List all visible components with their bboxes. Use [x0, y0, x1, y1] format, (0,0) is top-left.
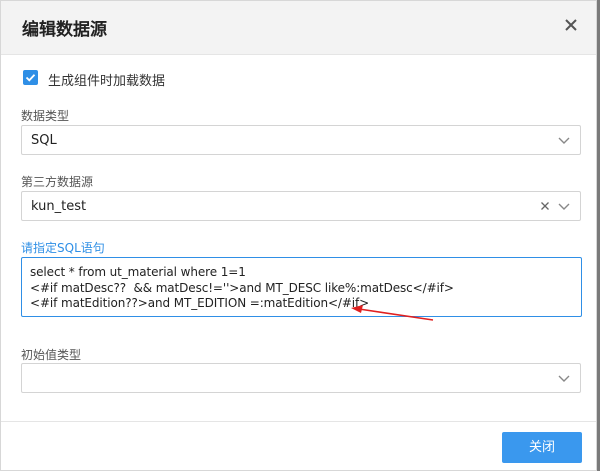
annotation-arrow-icon: [351, 305, 434, 321]
sql-line: select * from ut_material where 1=1: [30, 265, 246, 279]
initial-value-type-select[interactable]: [21, 363, 581, 393]
sql-textarea[interactable]: select * from ut_material where 1=1 <#if…: [21, 257, 582, 317]
third-party-source-value: kun_test: [31, 199, 87, 214]
initial-value-type-label: 初始值类型: [21, 348, 82, 362]
dialog-header: 编辑数据源: [1, 1, 596, 55]
footer-divider: [1, 421, 596, 422]
chevron-down-icon: [558, 137, 570, 144]
chevron-down-icon: [558, 203, 570, 210]
close-icon[interactable]: [561, 15, 581, 35]
clear-icon[interactable]: [540, 201, 550, 211]
third-party-source-label: 第三方数据源: [21, 175, 94, 189]
data-type-label: 数据类型: [21, 109, 70, 123]
chevron-down-icon: [558, 375, 570, 382]
sql-line: <#if matDesc?? && matDesc!=''>and MT_DES…: [30, 281, 454, 295]
edit-datasource-dialog: 编辑数据源 生成组件时加载数据 数据类型 SQL 第三方数据源 kun_test…: [0, 0, 597, 471]
third-party-source-select[interactable]: kun_test: [21, 191, 581, 221]
sql-label: 请指定SQL语句: [21, 241, 105, 255]
data-type-select[interactable]: SQL: [21, 125, 581, 155]
data-type-value: SQL: [31, 133, 57, 148]
load-on-generate-label: 生成组件时加载数据: [48, 74, 166, 89]
dialog-title: 编辑数据源: [22, 20, 107, 40]
close-button[interactable]: 关闭: [502, 432, 582, 463]
load-on-generate-checkbox[interactable]: [23, 70, 38, 85]
checkmark-icon: [25, 74, 36, 82]
sql-line: <#if matEdition??>and MT_EDITION =:matEd…: [30, 296, 370, 310]
